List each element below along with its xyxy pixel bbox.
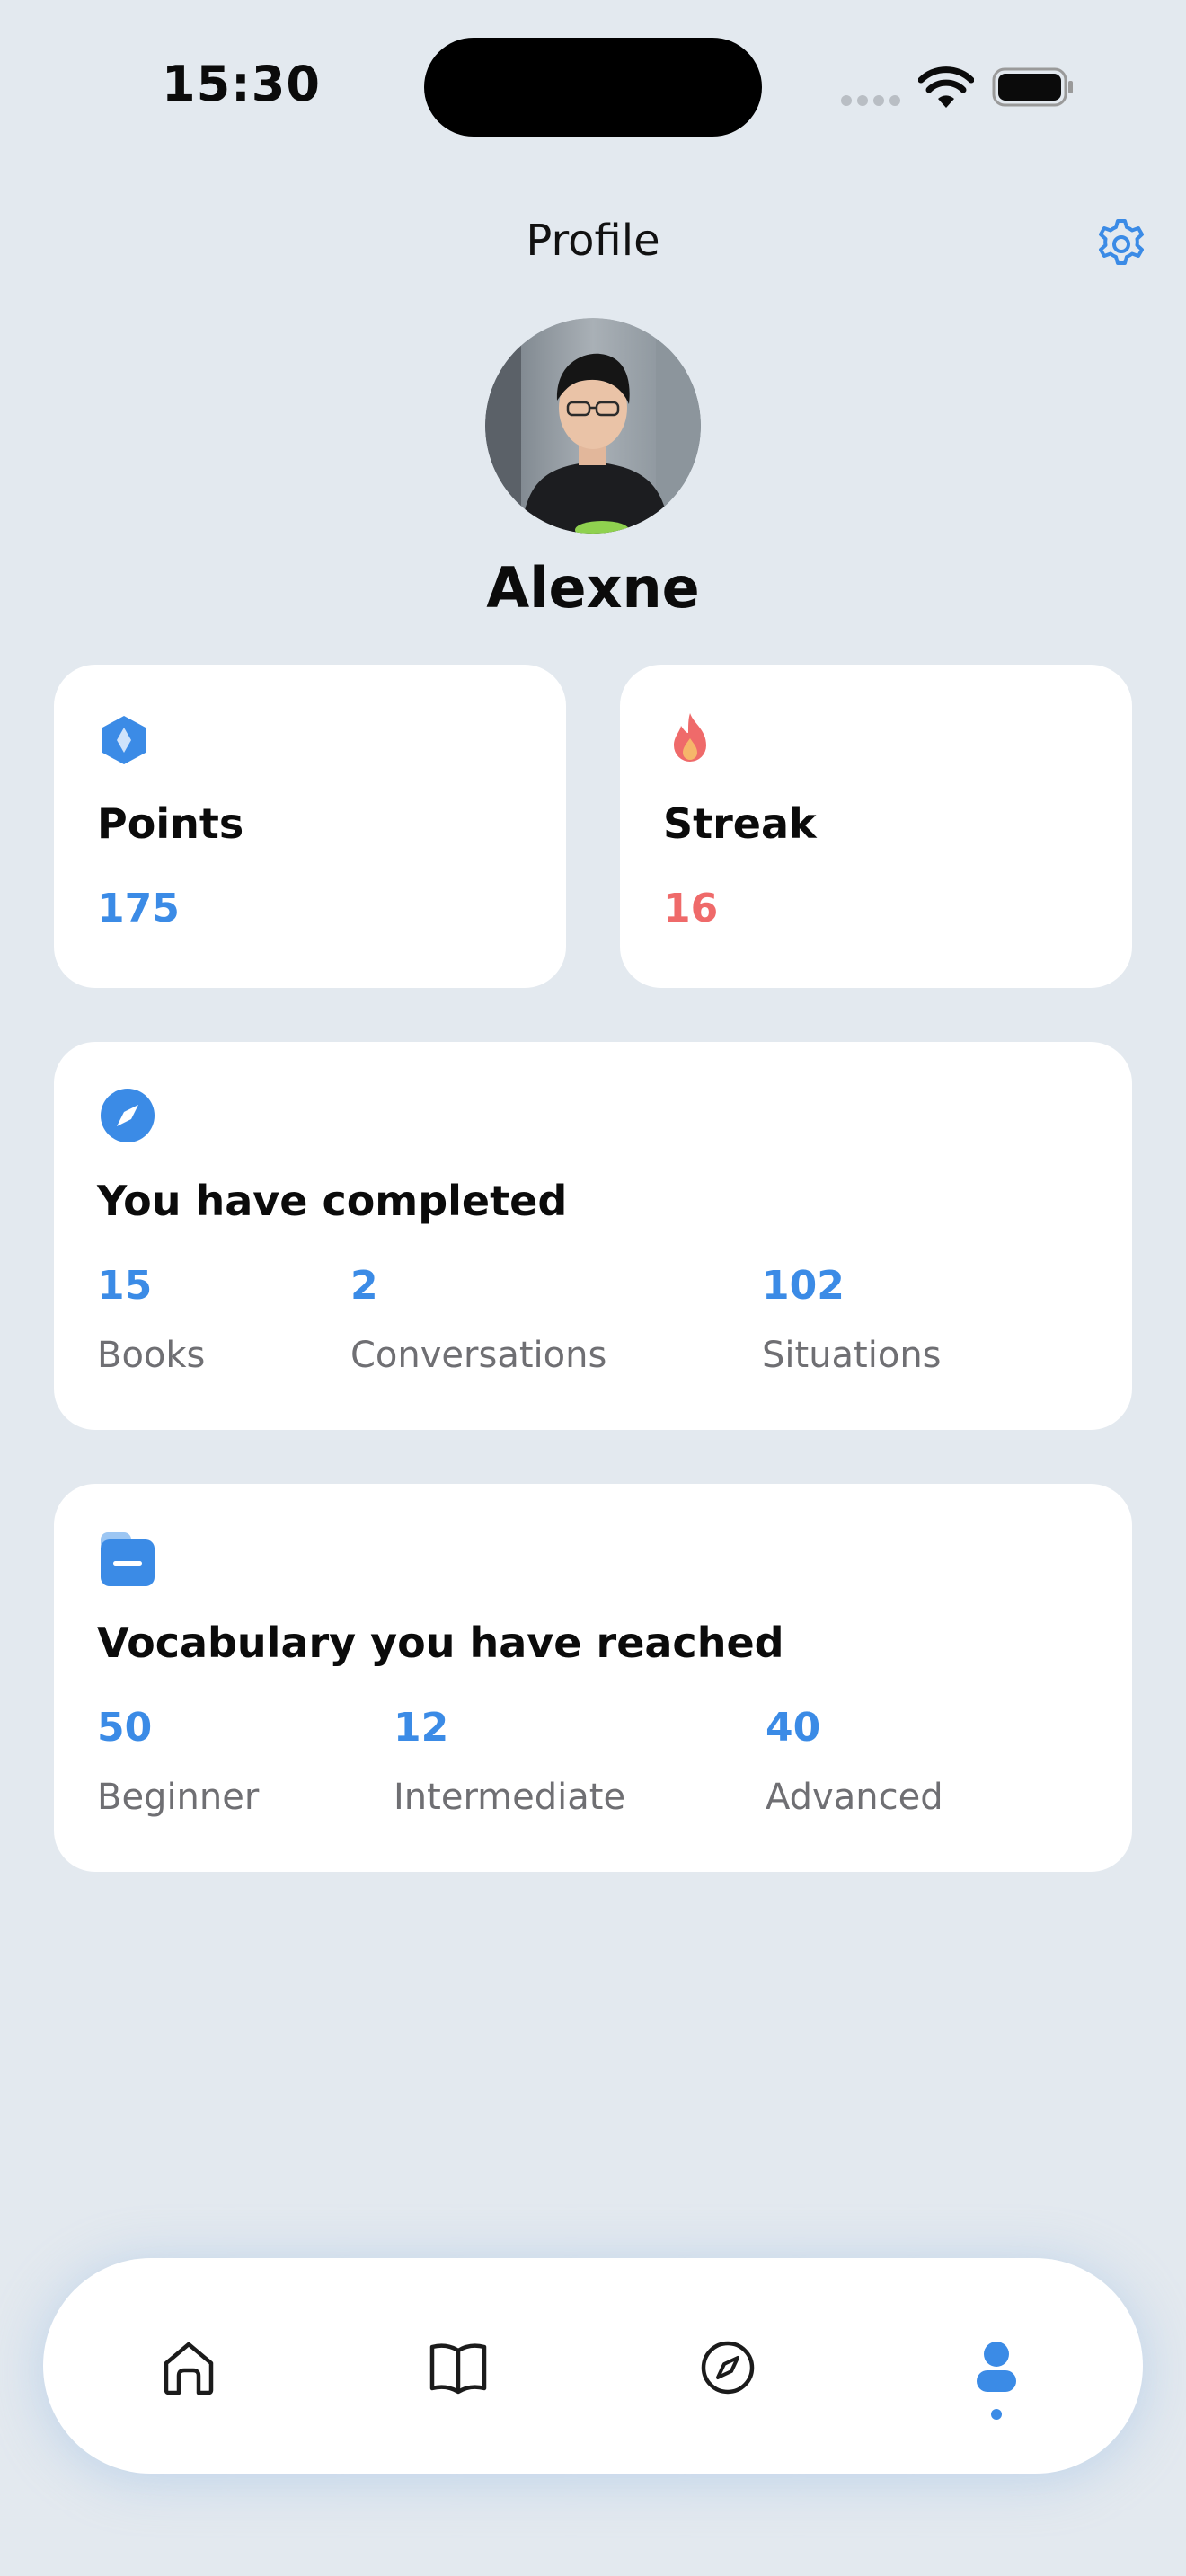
streak-value: 16 bbox=[663, 886, 719, 931]
page-title: Profile bbox=[526, 216, 660, 266]
settings-gear-icon[interactable] bbox=[1093, 216, 1150, 273]
status-time: 15:30 bbox=[162, 56, 321, 112]
streak-label: Streak bbox=[663, 799, 817, 848]
points-card: Points 175 bbox=[54, 665, 566, 988]
folder-icon bbox=[101, 1532, 155, 1586]
battery-icon bbox=[992, 67, 1073, 107]
diamond-icon bbox=[102, 716, 146, 764]
conversations-count: 2 bbox=[350, 1263, 378, 1309]
nav-home[interactable] bbox=[146, 2325, 232, 2411]
intermediate-label: Intermediate bbox=[394, 1777, 626, 1818]
beginner-count: 50 bbox=[97, 1705, 153, 1751]
books-count: 15 bbox=[97, 1263, 153, 1309]
situations-count: 102 bbox=[762, 1263, 845, 1309]
dynamic-island bbox=[424, 38, 762, 137]
beginner-label: Beginner bbox=[97, 1777, 260, 1818]
book-icon bbox=[429, 2343, 487, 2395]
compass-icon bbox=[701, 2341, 755, 2395]
nav-profile[interactable] bbox=[953, 2325, 1040, 2411]
points-label: Points bbox=[97, 799, 244, 848]
active-tab-indicator bbox=[991, 2409, 1002, 2420]
profile-icon bbox=[977, 2342, 1016, 2392]
conversations-label: Conversations bbox=[350, 1335, 607, 1376]
completed-title: You have completed bbox=[97, 1177, 568, 1225]
nav-library[interactable] bbox=[415, 2325, 501, 2411]
completed-card: You have completed 15 Books 2 Conversati… bbox=[54, 1042, 1132, 1430]
wifi-icon bbox=[918, 66, 974, 108]
vocabulary-card: Vocabulary you have reached 50 Beginner … bbox=[54, 1484, 1132, 1872]
compass-badge-icon bbox=[101, 1089, 155, 1142]
points-value: 175 bbox=[97, 886, 180, 931]
vocabulary-title: Vocabulary you have reached bbox=[97, 1619, 784, 1667]
advanced-count: 40 bbox=[766, 1705, 821, 1751]
advanced-label: Advanced bbox=[766, 1777, 943, 1818]
intermediate-count: 12 bbox=[394, 1705, 449, 1751]
situations-label: Situations bbox=[762, 1335, 942, 1376]
home-icon bbox=[164, 2342, 214, 2395]
avatar[interactable] bbox=[485, 318, 701, 534]
signal-icon bbox=[841, 95, 900, 106]
books-label: Books bbox=[97, 1335, 206, 1376]
flame-icon bbox=[674, 713, 706, 762]
nav-explore[interactable] bbox=[685, 2325, 771, 2411]
user-name: Alexne bbox=[486, 555, 700, 621]
streak-card: Streak 16 bbox=[620, 665, 1132, 988]
